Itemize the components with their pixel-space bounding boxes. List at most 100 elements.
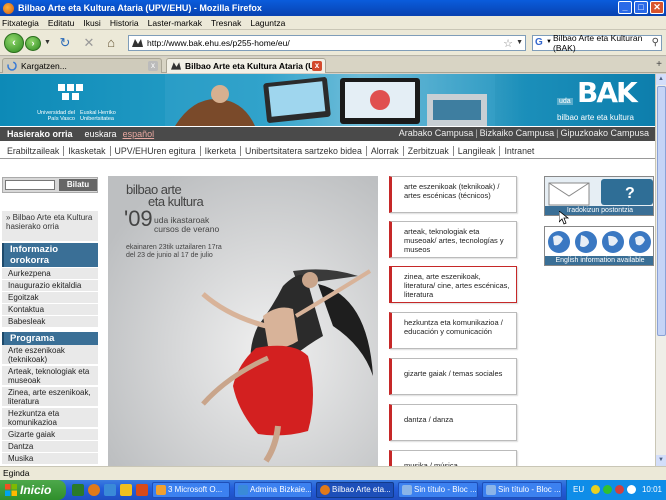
suggestion-box-banner[interactable]: ? Iradokizun postontzia xyxy=(544,176,654,216)
menu-editatu[interactable]: Editatu xyxy=(48,18,74,28)
sidebar-item-dantza[interactable]: Dantza xyxy=(2,441,98,453)
quicklaunch-folder-icon[interactable] xyxy=(120,484,132,496)
campus-gipuzkoa-link[interactable]: Gipuzkoako Campusa xyxy=(558,128,651,138)
menu-ikerketa[interactable]: Ikerketa xyxy=(201,145,241,156)
bak-uda-label: uda xyxy=(557,98,573,105)
tab-loading[interactable]: Kargatzen... x xyxy=(2,58,162,73)
taskbar-notepad-1[interactable]: Sin título - Bloc ... xyxy=(398,482,478,498)
menu-upv-ehuren-egitura[interactable]: UPV/EHUren egitura xyxy=(111,145,201,156)
new-tab-icon[interactable]: + xyxy=(656,59,662,70)
quicklaunch-ie-icon[interactable] xyxy=(104,484,116,496)
stop-icon[interactable]: ✕ xyxy=(82,36,96,50)
taskbar-admina-bizkaie[interactable]: Admina Bizkaie... xyxy=(234,482,312,498)
tab-bar: Kargatzen... x Bilbao Arte eta Kultura A… xyxy=(0,57,666,73)
lang-espanol-link[interactable]: español xyxy=(123,129,155,139)
back-arrow-icon: ‹ xyxy=(12,37,16,49)
bak-logo[interactable]: uda BAK bilbao arte eta kultura xyxy=(555,76,653,124)
site-search-input[interactable] xyxy=(5,180,55,190)
menu-alorrak[interactable]: Alorrak xyxy=(367,145,404,156)
scroll-up-icon[interactable]: ▲ xyxy=(656,74,666,85)
office-icon xyxy=(156,485,166,495)
maximize-button[interactable]: □ xyxy=(634,1,648,14)
category-hezkuntza[interactable]: hezkuntza eta komunikazioa / educación y… xyxy=(389,312,517,349)
search-icon[interactable]: ⚲ xyxy=(652,37,659,48)
window-titlebar: Bilbao Arte eta Kultura Ataria (UPV/EHU)… xyxy=(0,0,666,16)
sidebar-item-egoitzak[interactable]: Egoitzak xyxy=(2,292,98,304)
quicklaunch-app-icon[interactable] xyxy=(136,484,148,496)
sidebar-home-link[interactable]: » Bilbao Arte eta Kultura hasierako orri… xyxy=(2,211,98,241)
close-button[interactable]: ✕ xyxy=(650,1,664,14)
scrollbar-thumb[interactable] xyxy=(657,86,666,336)
sidebar-item-arteak-teknologiak[interactable]: Arteak, teknologiak eta museoak xyxy=(2,366,98,386)
mouse-cursor-icon xyxy=(559,211,569,225)
quicklaunch-excel-icon[interactable] xyxy=(72,484,84,496)
language-indicator[interactable]: EU xyxy=(573,485,584,494)
menu-erabiltzaileak[interactable]: Erabiltzaileak xyxy=(7,145,65,156)
category-zinea[interactable]: zinea, arte eszenikoak, literatura/ cine… xyxy=(389,266,517,303)
tray-security-icon[interactable] xyxy=(615,485,624,494)
campus-bizkaia-link[interactable]: Bizkaiko Campusa xyxy=(478,128,557,138)
scroll-down-icon[interactable]: ▼ xyxy=(656,455,666,466)
search-button[interactable]: Bilatu xyxy=(59,179,97,191)
sidebar-item-inaugurazio-ekitaldia[interactable]: Inaugurazio ekitaldia xyxy=(2,280,98,292)
menu-ikusi[interactable]: Ikusi xyxy=(83,18,100,28)
reload-icon[interactable]: ↻ xyxy=(58,36,72,50)
minimize-button[interactable]: _ xyxy=(618,1,632,14)
menu-unibertsitatera-sartzeko-bidea[interactable]: Unibertsitatera sartzeko bidea xyxy=(241,145,367,156)
tab-close-icon[interactable]: x xyxy=(148,61,158,71)
menu-laguntza[interactable]: Laguntza xyxy=(250,18,285,28)
forward-button[interactable]: › xyxy=(25,36,41,51)
category-gizarte-gaiak[interactable]: gizarte gaiak / temas sociales xyxy=(389,358,517,395)
menu-intranet[interactable]: Intranet xyxy=(500,146,538,156)
lang-euskara-link[interactable]: euskara xyxy=(85,129,117,139)
search-bar[interactable]: G ▼ Bilbao Arte eta Kulturan (BAK) ⚲ xyxy=(532,33,662,53)
url-bar[interactable]: http://www.bak.ehu.es/p255-home/eu/ ☆ ▼ xyxy=(128,35,526,51)
category-arteak-teknologiak[interactable]: arteak, teknologiak eta museoak/ artes, … xyxy=(389,221,517,258)
sidebar-item-gizarte-gaiak[interactable]: Gizarte gaiak xyxy=(2,429,98,441)
url-dropdown-icon[interactable]: ▼ xyxy=(516,39,523,46)
category-dantza[interactable]: dantza / danza xyxy=(389,404,517,441)
home-icon[interactable]: ⌂ xyxy=(104,36,118,50)
page-scrollbar[interactable]: ▲ ▼ xyxy=(655,74,666,466)
home-link[interactable]: Hasierako orria xyxy=(7,129,73,139)
ehu-logo[interactable]: Universidad del País Vasco Euskal Herrik… xyxy=(30,80,120,122)
history-dropdown-icon[interactable]: ▼ xyxy=(44,39,51,46)
task-label: Admina Bizkaie... xyxy=(250,485,312,494)
menu-langileak[interactable]: Langileak xyxy=(454,145,501,156)
tray-volume-icon[interactable] xyxy=(627,485,636,494)
sidebar-item-arte-eszenikoak[interactable]: Arte eszenikoak (teknikoak) xyxy=(2,345,98,365)
menu-fitxategia[interactable]: Fitxategia xyxy=(2,18,39,28)
tray-icon[interactable] xyxy=(591,485,600,494)
site-favicon-icon xyxy=(132,39,143,47)
taskbar-microsoft-office[interactable]: 3 Microsoft O... xyxy=(152,482,230,498)
sidebar-item-zinea[interactable]: Zinea, arte eszenikoak, literatura xyxy=(2,387,98,407)
tab-bak-portal[interactable]: Bilbao Arte eta Kultura Ataria (U... x xyxy=(166,58,326,73)
category-arte-eszenikoak[interactable]: arte eszenikoak (teknikoak) / artes escé… xyxy=(389,176,517,213)
summer-courses-poster[interactable]: bilbao arte eta kultura '09 uda ikastaro… xyxy=(108,176,378,466)
back-button[interactable]: ‹ xyxy=(4,33,24,53)
english-info-banner[interactable]: English information available xyxy=(544,226,654,266)
site-favicon-icon xyxy=(171,62,181,70)
tray-network-icon[interactable] xyxy=(603,485,612,494)
category-musika[interactable]: musika / música xyxy=(389,450,517,466)
taskbar-bilbao-arte[interactable]: Bilbao Arte eta... xyxy=(316,482,394,498)
window-title: Bilbao Arte eta Kultura Ataria (UPV/EHU)… xyxy=(18,3,262,13)
menu-ikasketak[interactable]: Ikasketak xyxy=(64,145,111,156)
sidebar-item-hezkuntza[interactable]: Hezkuntza eta komunikazioa xyxy=(2,408,98,428)
tab-close-icon[interactable]: x xyxy=(312,61,322,71)
menu-laster-markak[interactable]: Laster-markak xyxy=(148,18,202,28)
menu-historia[interactable]: Historia xyxy=(110,18,139,28)
menu-zerbitzuak[interactable]: Zerbitzuak xyxy=(404,145,454,156)
sidebar-item-kontaktua[interactable]: Kontaktua xyxy=(2,304,98,316)
menu-tresnak[interactable]: Tresnak xyxy=(211,18,241,28)
campus-araba-link[interactable]: Arabako Campusa xyxy=(397,128,476,138)
sidebar-item-musika[interactable]: Musika xyxy=(2,453,98,465)
sidebar-item-aurkezpena[interactable]: Aurkezpena xyxy=(2,268,98,280)
bookmark-star-icon[interactable]: ☆ xyxy=(503,37,513,50)
sidebar-item-babesleak[interactable]: Babesleak xyxy=(2,316,98,328)
taskbar-notepad-2[interactable]: Sin título - Bloc ... xyxy=(482,482,562,498)
start-button[interactable]: Inicio xyxy=(0,480,66,500)
search-engine-dropdown-icon[interactable]: ▼ xyxy=(546,39,552,45)
program-categories: arte eszenikoak (teknikoak) / artes escé… xyxy=(389,176,519,466)
quicklaunch-firefox-icon[interactable] xyxy=(88,484,100,496)
